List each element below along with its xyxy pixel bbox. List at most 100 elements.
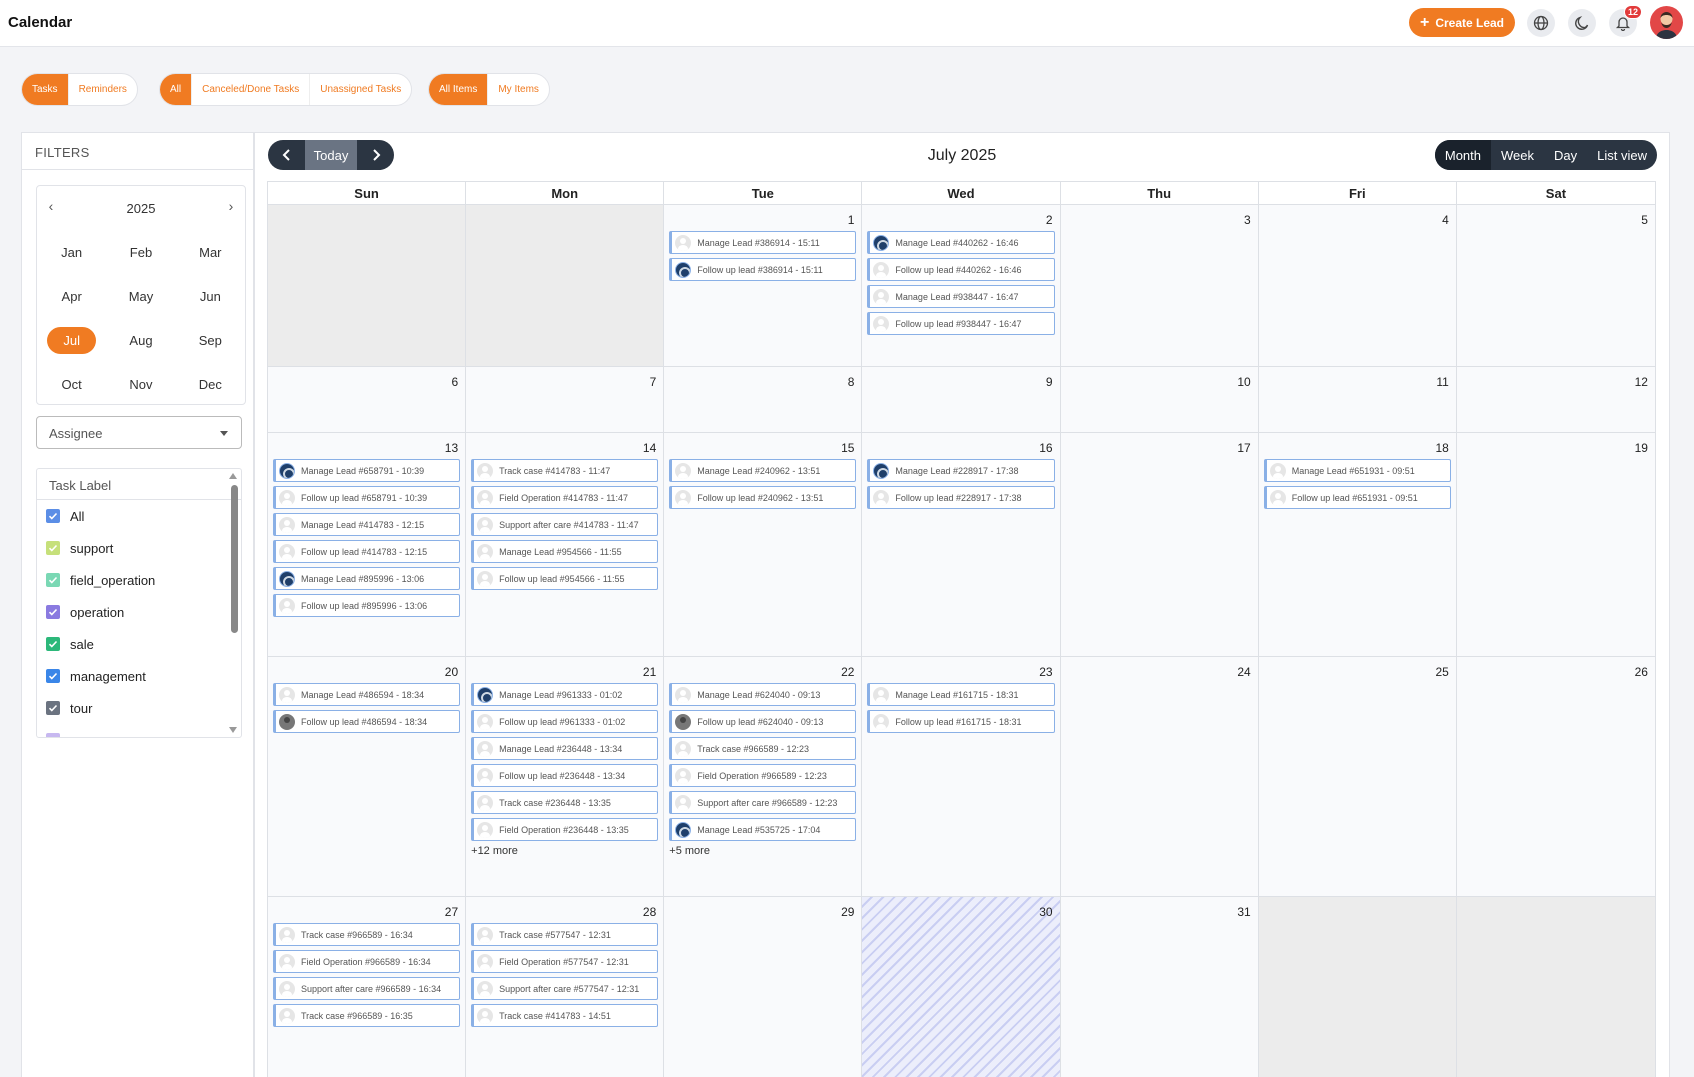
task-label-item[interactable] — [37, 724, 241, 737]
calendar-event[interactable]: Follow up lead #240962 - 13:51 — [669, 486, 857, 509]
calendar-event[interactable]: Follow up lead #961333 - 01:02 — [471, 710, 659, 733]
reminders-tab[interactable]: Reminders — [69, 74, 137, 105]
calendar-event[interactable]: Follow up lead #954566 - 11:55 — [471, 567, 659, 590]
day-cell[interactable]: 1 Manage Lead #386914 - 15:11 Follow up le… — [664, 205, 863, 366]
month-option[interactable]: Apr — [37, 274, 106, 318]
calendar-event[interactable]: Follow up lead #486594 - 18:34 — [273, 710, 461, 733]
scrollbar[interactable] — [231, 485, 238, 730]
day-cell[interactable] — [268, 205, 467, 366]
calendar-event[interactable]: Manage Lead #386914 - 15:11 — [669, 231, 857, 254]
day-cell[interactable]: 25 — [1258, 657, 1457, 896]
day-cell[interactable]: 21 Manage Lead #961333 - 01:02 Follow up l… — [466, 657, 665, 896]
task-label-item[interactable]: support — [37, 532, 241, 564]
tasks-tab[interactable]: Tasks — [22, 74, 69, 105]
calendar-event[interactable]: Track case #236448 - 13:35 — [471, 791, 659, 814]
month-option[interactable]: Jun — [176, 274, 245, 318]
day-cell[interactable]: 7 — [466, 367, 665, 432]
calendar-event[interactable]: Manage Lead #440262 - 16:46 — [867, 231, 1055, 254]
calendar-event[interactable]: Field Operation #966589 - 12:23 — [669, 764, 857, 787]
calendar-event[interactable]: Follow up lead #236448 - 13:34 — [471, 764, 659, 787]
checkbox-checked-icon[interactable] — [46, 509, 60, 523]
month-option[interactable]: Sep — [176, 318, 245, 362]
calendar-event[interactable]: Track case #966589 - 12:23 — [669, 737, 857, 760]
calendar-event[interactable]: Support after care #966589 - 12:23 — [669, 791, 857, 814]
user-avatar[interactable] — [1650, 6, 1683, 39]
day-cell[interactable]: 18 Manage Lead #651931 - 09:51 Follow up l… — [1258, 433, 1457, 656]
day-cell[interactable]: 17 — [1060, 433, 1259, 656]
more-events-link[interactable]: +5 more — [669, 845, 861, 857]
calendar-event[interactable]: Follow up lead #228917 - 17:38 — [867, 486, 1055, 509]
day-cell[interactable]: 20 Manage Lead #486594 - 18:34 Follow up l… — [268, 657, 467, 896]
month-option[interactable]: May — [106, 274, 175, 318]
day-cell[interactable]: 23 Manage Lead #161715 - 18:31 Follow up l… — [862, 657, 1061, 896]
calendar-event[interactable]: Manage Lead #658791 - 10:39 — [273, 459, 461, 482]
checkbox-checked-icon[interactable] — [46, 541, 60, 555]
task-label-item[interactable]: tour — [37, 692, 241, 724]
unassigned-tab[interactable]: Unassigned Tasks — [310, 74, 411, 105]
day-cell[interactable]: 12 — [1456, 367, 1655, 432]
calendar-event[interactable]: Field Operation #414783 - 11:47 — [471, 486, 659, 509]
calendar-event[interactable]: Support after care #414783 - 11:47 — [471, 513, 659, 536]
task-label-item[interactable]: sale — [37, 628, 241, 660]
calendar-event[interactable]: Track case #414783 - 11:47 — [471, 459, 659, 482]
canceled-done-tab[interactable]: Canceled/Done Tasks — [192, 74, 311, 105]
day-cell[interactable]: 29 — [664, 897, 863, 1077]
all-items-tab[interactable]: All Items — [429, 74, 489, 105]
day-cell[interactable]: 11 — [1258, 367, 1457, 432]
calendar-event[interactable]: Support after care #966589 - 16:34 — [273, 977, 461, 1000]
day-cell[interactable]: 3 — [1060, 205, 1259, 366]
month-option[interactable]: Jan — [37, 230, 106, 274]
create-lead-button[interactable]: + Create Lead — [1409, 8, 1515, 37]
notifications-button[interactable]: 12 — [1609, 5, 1642, 37]
month-option[interactable]: Feb — [106, 230, 175, 274]
checkbox-checked-icon[interactable] — [46, 605, 60, 619]
checkbox-checked-icon[interactable] — [46, 637, 60, 651]
day-cell[interactable]: 5 — [1456, 205, 1655, 366]
assignee-select[interactable]: Assignee — [36, 416, 242, 449]
calendar-event[interactable]: Follow up lead #895996 - 13:06 — [273, 594, 461, 617]
day-cell[interactable]: 22 Manage Lead #624040 - 09:13 Follow up l… — [664, 657, 863, 896]
scrollbar-thumb[interactable] — [231, 485, 238, 633]
calendar-event[interactable]: Manage Lead #938447 - 16:47 — [867, 285, 1055, 308]
day-cell[interactable]: 8 — [664, 367, 863, 432]
task-label-item[interactable]: All — [37, 500, 241, 532]
calendar-event[interactable]: Manage Lead #895996 - 13:06 — [273, 567, 461, 590]
calendar-event[interactable]: Follow up lead #658791 - 10:39 — [273, 486, 461, 509]
calendar-event[interactable]: Field Operation #236448 - 13:35 — [471, 818, 659, 841]
calendar-event[interactable]: Manage Lead #228917 - 17:38 — [867, 459, 1055, 482]
calendar-event[interactable]: Track case #414783 - 14:51 — [471, 1004, 659, 1027]
day-cell[interactable]: 19 — [1456, 433, 1655, 656]
calendar-event[interactable]: Manage Lead #961333 - 01:02 — [471, 683, 659, 706]
calendar-event[interactable]: Manage Lead #535725 - 17:04 — [669, 818, 857, 841]
day-cell[interactable]: 10 — [1060, 367, 1259, 432]
calendar-event[interactable]: Track case #577547 - 12:31 — [471, 923, 659, 946]
calendar-event[interactable]: Follow up lead #161715 - 18:31 — [867, 710, 1055, 733]
calendar-event[interactable]: Track case #966589 - 16:34 — [273, 923, 461, 946]
task-label-item[interactable]: field_operation — [37, 564, 241, 596]
calendar-event[interactable]: Manage Lead #161715 - 18:31 — [867, 683, 1055, 706]
day-cell[interactable]: 2 Manage Lead #440262 - 16:46 Follow up le… — [862, 205, 1061, 366]
month-option[interactable]: Dec — [176, 362, 245, 406]
calendar-event[interactable]: Follow up lead #624040 - 09:13 — [669, 710, 857, 733]
month-option[interactable]: Mar — [176, 230, 245, 274]
day-cell[interactable]: 9 — [862, 367, 1061, 432]
scroll-up-icon[interactable] — [229, 473, 237, 479]
view-option-list-view[interactable]: List view — [1587, 140, 1657, 170]
task-label-item[interactable]: operation — [37, 596, 241, 628]
day-cell[interactable]: 28 Track case #577547 - 12:31 Field Operat… — [466, 897, 665, 1077]
day-cell[interactable]: 13 Manage Lead #658791 - 10:39 Follow up l… — [268, 433, 467, 656]
calendar-event[interactable]: Support after care #577547 - 12:31 — [471, 977, 659, 1000]
month-option[interactable]: Jul — [37, 318, 106, 362]
day-cell[interactable]: 15 Manage Lead #240962 - 13:51 Follow up l… — [664, 433, 863, 656]
calendar-event[interactable]: Track case #966589 - 16:35 — [273, 1004, 461, 1027]
task-label-item[interactable]: management — [37, 660, 241, 692]
checkbox-checked-icon[interactable] — [46, 733, 60, 737]
calendar-event[interactable]: Field Operation #577547 - 12:31 — [471, 950, 659, 973]
day-cell[interactable]: 31 — [1060, 897, 1259, 1077]
calendar-event[interactable]: Manage Lead #624040 - 09:13 — [669, 683, 857, 706]
calendar-event[interactable]: Follow up lead #938447 - 16:47 — [867, 312, 1055, 335]
checkbox-checked-icon[interactable] — [46, 573, 60, 587]
day-cell[interactable] — [1456, 897, 1655, 1077]
calendar-event[interactable]: Manage Lead #236448 - 13:34 — [471, 737, 659, 760]
calendar-event[interactable]: Manage Lead #954566 - 11:55 — [471, 540, 659, 563]
